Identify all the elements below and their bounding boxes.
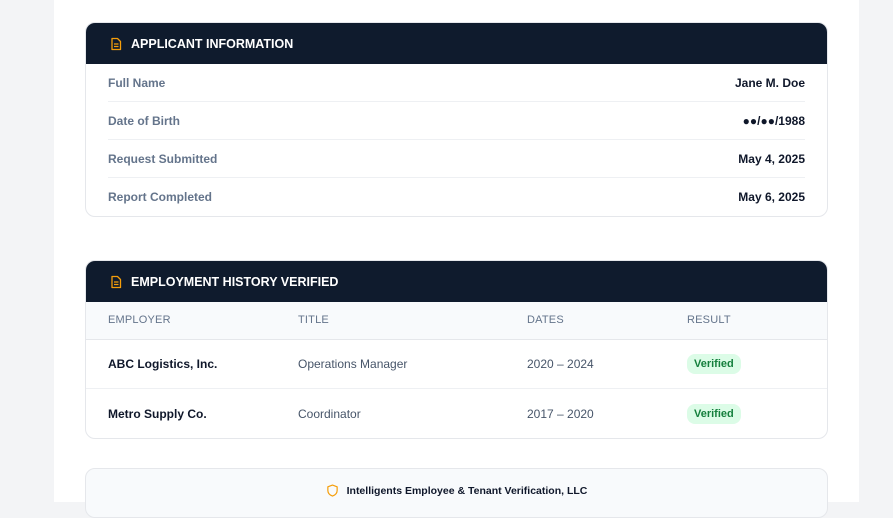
- applicant-info-title: APPLICANT INFORMATION: [131, 36, 294, 51]
- info-value: May 6, 2025: [738, 190, 805, 204]
- column-header-dates: DATES: [527, 314, 564, 327]
- result-cell: Verified: [687, 389, 827, 439]
- shield-icon: [326, 484, 338, 497]
- employer-cell: Metro Supply Co.: [108, 406, 207, 421]
- applicant-info-header: APPLICANT INFORMATION: [86, 23, 827, 64]
- employment-table: EMPLOYER TITLE DATES RESULT ABC Logistic…: [86, 302, 827, 438]
- info-label: Date of Birth: [108, 113, 180, 128]
- result-cell: Verified: [687, 339, 827, 389]
- info-value: ●●/●●/1988: [742, 113, 805, 128]
- verified-badge: Verified: [687, 403, 741, 424]
- title-cell: Coordinator: [298, 406, 361, 421]
- info-value: Jane M. Doe: [734, 75, 805, 90]
- title-cell: Operations Manager: [298, 356, 408, 371]
- applicant-info-card: APPLICANT INFORMATION Full Name Jane M. …: [85, 22, 828, 217]
- info-row-full-name: Full Name Jane M. Doe: [108, 64, 805, 102]
- company-name: Intelligents Employee & Tenant Verificat…: [346, 485, 588, 497]
- footer-card: Intelligents Employee & Tenant Verificat…: [85, 468, 828, 518]
- report-page: APPLICANT INFORMATION Full Name Jane M. …: [54, 0, 859, 518]
- column-header-title: TITLE: [298, 314, 329, 327]
- info-row-report-completed: Report Completed May 6, 2025: [108, 178, 805, 216]
- table-row: Metro Supply Co. Coordinator 2017 – 2020…: [86, 389, 827, 439]
- info-row-date-of-birth: Date of Birth ●●/●●/1988: [108, 102, 805, 140]
- employment-history-header: EMPLOYMENT HISTORY VERIFIED: [86, 261, 827, 302]
- employer-cell: ABC Logistics, Inc.: [108, 356, 218, 371]
- document-icon: [111, 275, 122, 288]
- column-header-result: RESULT: [687, 314, 731, 327]
- verified-badge: Verified: [687, 353, 741, 374]
- document-icon: [111, 37, 122, 50]
- table-row: ABC Logistics, Inc. Operations Manager 2…: [86, 339, 827, 389]
- info-row-request-submitted: Request Submitted May 4, 2025: [108, 140, 805, 178]
- dates-cell: 2020 – 2024: [527, 356, 594, 371]
- info-label: Full Name: [108, 75, 166, 90]
- info-label: Report Completed: [108, 190, 213, 204]
- applicant-info-list: Full Name Jane M. Doe Date of Birth ●●/●…: [86, 64, 827, 216]
- table-header-row: EMPLOYER TITLE DATES RESULT: [86, 302, 827, 339]
- info-label: Request Submitted: [108, 151, 218, 166]
- column-header-employer: EMPLOYER: [108, 314, 171, 327]
- employment-history-card: EMPLOYMENT HISTORY VERIFIED EMPLOYER TIT…: [85, 260, 828, 439]
- employment-history-title: EMPLOYMENT HISTORY VERIFIED: [131, 274, 339, 289]
- dates-cell: 2017 – 2020: [527, 406, 594, 421]
- info-value: May 4, 2025: [738, 151, 805, 166]
